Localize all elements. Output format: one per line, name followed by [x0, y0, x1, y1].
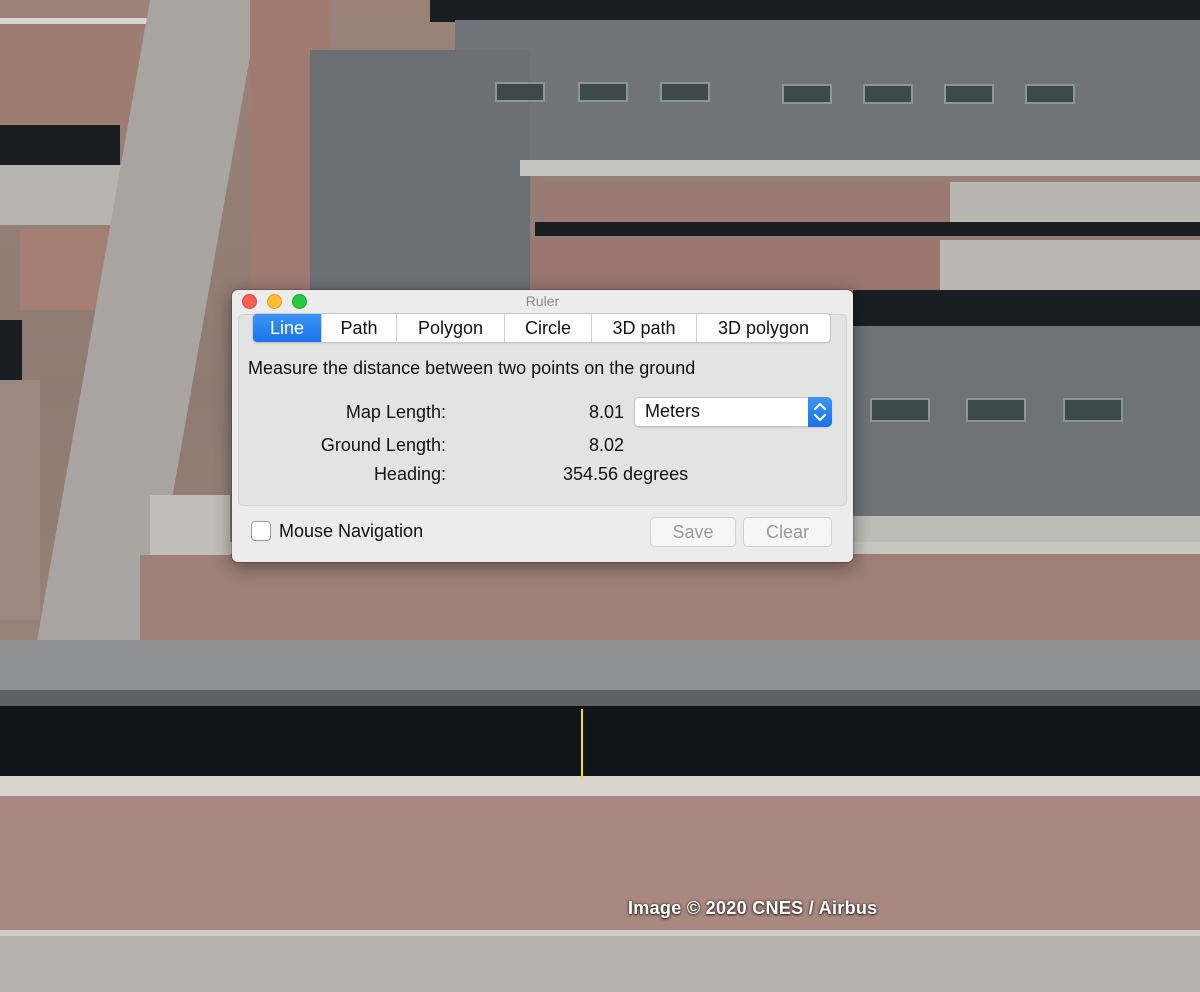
tab-circle[interactable]: Circle [504, 314, 591, 342]
ground-length-label: Ground Length: [320, 435, 446, 455]
tab-path[interactable]: Path [321, 314, 396, 342]
mode-description: Measure the distance between two points … [248, 358, 696, 378]
save-button[interactable]: Save [650, 517, 736, 547]
chevron-up-down-icon[interactable] [808, 397, 832, 427]
unit-select-value: Meters [645, 401, 701, 421]
measurement-line [581, 709, 583, 779]
tab-3d-polygon[interactable]: 3D polygon [696, 314, 830, 342]
window-title: Ruler [525, 293, 560, 309]
ruler-window: Ruler Line Path Polygon Circle 3D path 3… [232, 290, 853, 562]
clear-button[interactable]: Clear [743, 517, 832, 547]
ground-length-value: 8.02 [589, 435, 625, 455]
mouse-navigation-checkbox[interactable] [251, 521, 271, 541]
unit-select[interactable]: Meters [634, 397, 832, 427]
tab-3d-path[interactable]: 3D path [591, 314, 696, 342]
mouse-navigation-label[interactable]: Mouse Navigation [279, 521, 423, 542]
heading-value: 354.56 degrees [563, 464, 689, 484]
title-bar[interactable]: Ruler [232, 290, 853, 312]
imagery-copyright: Image © 2020 CNES / Airbus [628, 898, 878, 918]
measurement-mode-tabs: Line Path Polygon Circle 3D path 3D poly… [252, 313, 831, 343]
heading-label: Heading: [373, 464, 446, 484]
map-length-label: Map Length: [345, 402, 446, 422]
tab-polygon[interactable]: Polygon [396, 314, 504, 342]
map-length-value: 8.01 [589, 402, 625, 422]
tab-line[interactable]: Line [253, 314, 321, 342]
